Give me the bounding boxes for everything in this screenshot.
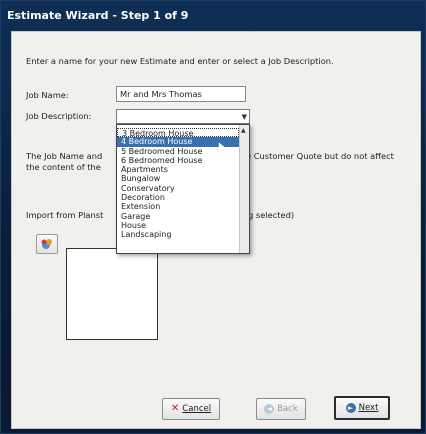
intro-text: Enter a name for your new Estimate and e… [26,56,334,66]
dropdown-arrow-icon[interactable]: ▼ [242,113,247,121]
cancel-button[interactable]: ✕ Cancel [162,398,220,420]
dropdown-option[interactable]: Apartments [117,165,239,174]
dropdown-option[interactable]: Conservatory [117,184,239,193]
wizard-window: Estimate Wizard - Step 1 of 9 Enter a na… [0,0,426,434]
preview-area [66,248,158,340]
scroll-up-icon[interactable]: ▲ [241,127,246,134]
back-label: Back [277,404,298,414]
import-label-end: g selected) [248,210,295,220]
dropdown-option[interactable]: Garage [117,212,239,221]
import-icon [41,239,52,249]
job-description-combo[interactable]: ▼ [116,109,250,124]
dropdown-option[interactable]: Extension [117,202,239,211]
dropdown-option[interactable]: Landscaping [117,230,239,239]
wizard-content: Enter a name for your new Estimate and e… [11,31,421,429]
cancel-label: Cancel [182,404,212,414]
job-name-input[interactable]: Mr and Mrs Thomas [116,86,246,102]
dropdown-option[interactable]: House [117,221,239,230]
job-name-label: Job Name: [26,90,69,100]
note-line1-start: The Job Name and [26,151,103,161]
arrow-right-icon: ► [345,402,356,413]
dropdown-option[interactable]: 6 Bedroomed House [117,156,239,165]
note-line2-start: the content of the [26,162,101,172]
next-label: Next [358,403,379,413]
dropdown-option[interactable]: Decoration [117,193,239,202]
import-label-start: Import from Planst [26,210,104,220]
window-title: Estimate Wizard - Step 1 of 9 [7,9,189,22]
job-description-label: Job Description: [26,111,92,121]
next-button[interactable]: ► Next [334,396,390,420]
dropdown-scrollbar[interactable]: ▲ [239,125,249,253]
dropdown-option[interactable]: 3 Bedroom House [117,128,239,138]
x-icon: ✕ [170,403,180,414]
job-description-dropdown[interactable]: 3 Bedroom House 4 Bedroom House 5 Bedroome… [116,124,250,254]
dropdown-option[interactable]: Bungalow [117,174,239,183]
note-line1-end: e Customer Quote but do not affect [246,151,394,161]
back-button[interactable]: ◄ Back [256,398,306,420]
arrow-left-icon: ◄ [264,403,275,414]
import-button[interactable] [36,234,58,254]
